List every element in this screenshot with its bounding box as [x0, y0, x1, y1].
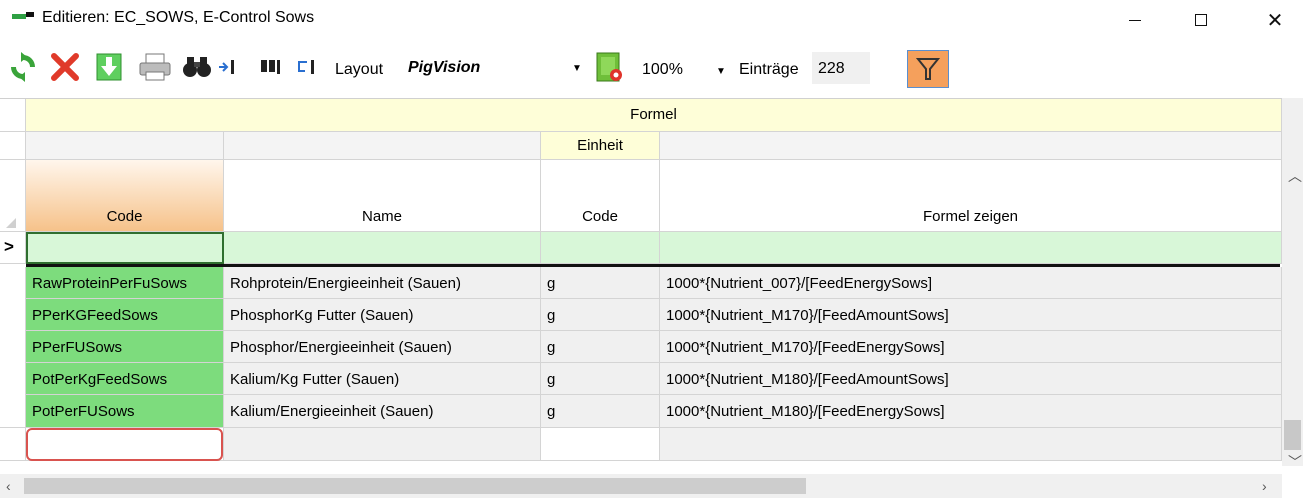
- subheader-blank-1: [26, 132, 224, 160]
- table-row-name[interactable]: Kalium/Kg Futter (Sauen): [224, 363, 541, 395]
- find-icon[interactable]: [258, 50, 284, 84]
- scroll-right-icon[interactable]: ›: [1262, 478, 1267, 494]
- table-row-code[interactable]: PotPerFUSows: [26, 395, 224, 428]
- zoom-value[interactable]: 100%: [642, 61, 683, 79]
- column-header-name[interactable]: Name: [224, 160, 541, 232]
- vertical-scrollbar[interactable]: [1282, 98, 1303, 466]
- layout-label: Layout: [335, 61, 384, 78]
- table-row-code[interactable]: PPerKGFeedSows: [26, 299, 224, 331]
- table-row-formula[interactable]: 1000*{Nutrient_M180}/[FeedEnergySows]: [660, 395, 1282, 428]
- table-row-name[interactable]: PhosphorKg Futter (Sauen): [224, 299, 541, 331]
- entries-label: Einträge: [739, 61, 799, 78]
- new-row-unit-cell[interactable]: [541, 232, 660, 264]
- title-bar: Editieren: EC_SOWS, E-Control Sows ✕: [0, 0, 1303, 40]
- table-row-unit[interactable]: g: [541, 267, 660, 299]
- group-header-formel: Formel: [26, 99, 1282, 132]
- delete-icon[interactable]: [46, 50, 84, 84]
- row-header-columns: [0, 160, 26, 232]
- subheader-blank-2: [224, 132, 541, 160]
- refresh-icon[interactable]: [4, 50, 42, 84]
- minimize-button[interactable]: [1112, 0, 1158, 40]
- subheader-blank-3: [660, 132, 1282, 160]
- scroll-up-icon[interactable]: ︿: [1288, 166, 1302, 186]
- layout-select[interactable]: PigVision ▼: [400, 54, 586, 82]
- close-button[interactable]: ✕: [1252, 0, 1298, 40]
- table-row-formula[interactable]: 1000*{Nutrient_M170}/[FeedEnergySows]: [660, 331, 1282, 363]
- filter-button[interactable]: [907, 50, 949, 88]
- scroll-left-icon[interactable]: ‹: [6, 478, 11, 494]
- layout-settings-icon[interactable]: [592, 50, 626, 84]
- filter-icon: [916, 58, 940, 80]
- table-row-formula[interactable]: 1000*{Nutrient_007}/[FeedEnergySows]: [660, 267, 1282, 299]
- row-header-empty: [0, 428, 26, 461]
- table-row-unit[interactable]: g: [541, 331, 660, 363]
- table-row-formula[interactable]: 1000*{Nutrient_M180}/[FeedAmountSows]: [660, 363, 1282, 395]
- new-row-marker: >: [0, 232, 26, 264]
- horizontal-scroll-thumb[interactable]: [24, 478, 806, 494]
- zoom-dropdown-icon[interactable]: ▼: [716, 66, 726, 77]
- binoculars-icon[interactable]: [180, 50, 214, 84]
- new-row-name-cell[interactable]: [224, 232, 541, 264]
- table-row-code[interactable]: RawProteinPerFuSows: [26, 267, 224, 299]
- table-row-unit[interactable]: g: [541, 299, 660, 331]
- column-header-code[interactable]: Code: [26, 160, 224, 232]
- empty-row-unit-cell[interactable]: [541, 428, 660, 461]
- maximize-button[interactable]: [1178, 0, 1224, 40]
- chevron-down-icon: ▼: [572, 63, 582, 74]
- window-title: Editieren: EC_SOWS, E-Control Sows: [42, 9, 315, 26]
- empty-row-name-cell[interactable]: [224, 428, 541, 461]
- row-header-data: [0, 267, 26, 428]
- new-row-formula-cell[interactable]: [660, 232, 1282, 264]
- table-row-unit[interactable]: g: [541, 363, 660, 395]
- subheader-einheit: Einheit: [541, 132, 660, 160]
- table-row-name[interactable]: Phosphor/Energieeinheit (Sauen): [224, 331, 541, 363]
- table-row-formula[interactable]: 1000*{Nutrient_M170}/[FeedAmountSows]: [660, 299, 1282, 331]
- row-header-corner: [0, 99, 26, 132]
- entries-count: 228: [812, 52, 870, 84]
- table-row-unit[interactable]: g: [541, 395, 660, 428]
- row-header-blank: [0, 132, 26, 160]
- sort-corner-icon: [6, 218, 16, 228]
- return-icon[interactable]: [288, 50, 324, 84]
- table-row-name[interactable]: Kalium/Energieeinheit (Sauen): [224, 395, 541, 428]
- new-row-code-cell[interactable]: [26, 232, 224, 264]
- column-header-formula[interactable]: Formel zeigen: [660, 160, 1282, 232]
- app-icon: [12, 12, 34, 20]
- layout-value: PigVision: [408, 59, 481, 76]
- empty-row-formula-cell[interactable]: [660, 428, 1282, 461]
- download-icon[interactable]: [92, 50, 126, 84]
- vertical-scroll-thumb[interactable]: [1284, 420, 1301, 450]
- scroll-down-icon[interactable]: ﹀: [1288, 452, 1302, 472]
- table-row-code[interactable]: PPerFUSows: [26, 331, 224, 363]
- highlight-marker: [26, 428, 223, 461]
- table-row-code[interactable]: PotPerKgFeedSows: [26, 363, 224, 395]
- table-row-name[interactable]: Rohprotein/Energieeinheit (Sauen): [224, 267, 541, 299]
- column-header-unit-code[interactable]: Code: [541, 160, 660, 232]
- print-icon[interactable]: [136, 50, 174, 84]
- goto-icon[interactable]: [216, 50, 238, 84]
